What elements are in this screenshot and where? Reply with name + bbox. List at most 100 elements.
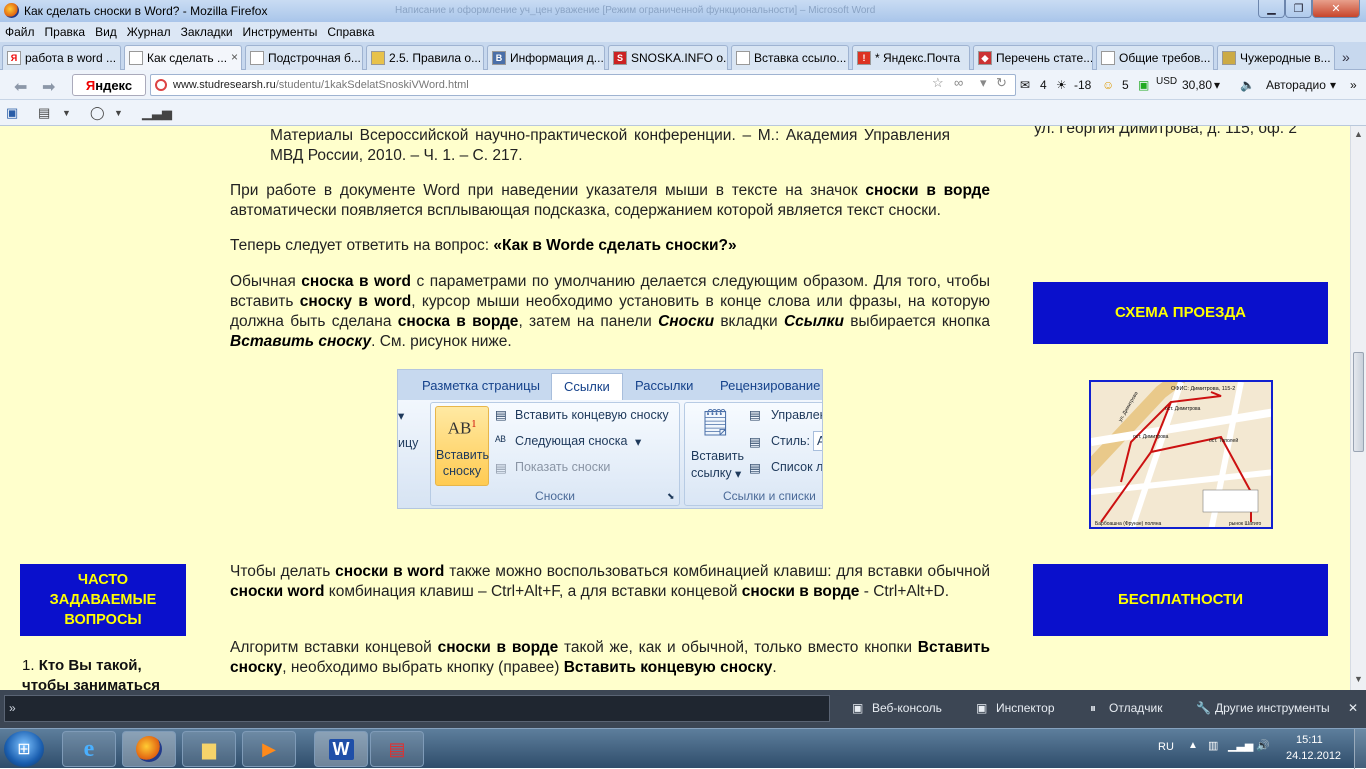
taskbar-ie-button[interactable]: e	[62, 731, 116, 767]
directions-map[interactable]: ОФИС: Димитрова, 115-2 ост. Димитрова ос…	[1089, 380, 1273, 529]
free-services-button[interactable]: БЕСПЛАТНОСТИ	[1033, 564, 1328, 636]
network-icon[interactable]: ▥	[1208, 739, 1218, 752]
taskbar-word-button[interactable]: W	[314, 731, 368, 767]
weather-sun-icon[interactable]: ☀	[1056, 78, 1067, 92]
comment-icon[interactable]: ◯	[90, 105, 105, 121]
maximize-button[interactable]: ❐	[1285, 0, 1312, 18]
addon-icon[interactable]: ▣	[6, 105, 18, 121]
traffic-icon[interactable]: ☺	[1102, 78, 1114, 92]
page-favicon-icon	[1101, 51, 1115, 65]
office-address: ул. Георгия Димитрова, д. 115, оф. 2	[1034, 126, 1297, 137]
tab-0[interactable]: Яработа в word ...	[2, 45, 121, 70]
clock-time[interactable]: 15:11	[1296, 734, 1323, 746]
keyword: сноска в word	[301, 273, 411, 290]
tab-label: Вставка ссыло...	[754, 51, 847, 65]
radio-label[interactable]: Авторадио	[1266, 78, 1326, 92]
tray-expand-icon[interactable]: ▲	[1188, 740, 1198, 751]
directions-button[interactable]: СХЕМА ПРОЕЗДА	[1033, 282, 1328, 344]
toolbar-overflow-icon[interactable]: »	[1350, 78, 1357, 92]
inspector-icon[interactable]: ▣	[976, 701, 987, 715]
reload-icon[interactable]: ↻	[996, 75, 1007, 91]
notes-dropdown-icon[interactable]: ▼	[62, 108, 71, 118]
show-notes-icon: ▤	[495, 461, 507, 475]
close-button[interactable]: ✕	[1312, 0, 1360, 18]
taskbar-explorer-button[interactable]: ▆	[182, 731, 236, 767]
signal-dropdown-icon[interactable]: ▼	[164, 108, 173, 118]
tab-5[interactable]: S SNOSKA.INFO о...	[608, 45, 728, 70]
taskbar-media-button[interactable]: ▶	[242, 731, 296, 767]
debugger-button[interactable]: Отладчик	[1109, 701, 1162, 715]
dev-command-input[interactable]: »	[4, 695, 830, 722]
currency-dropdown-icon[interactable]: ▾	[1214, 78, 1220, 92]
tab-9[interactable]: Общие требов...	[1096, 45, 1214, 70]
radio-dropdown-icon[interactable]: ▾	[1330, 78, 1336, 92]
ribbon-left-dropdown-icon: ▾	[398, 409, 405, 423]
currency-icon[interactable]: ▣	[1138, 78, 1149, 92]
tab-1[interactable]: Как сделать ... ×	[124, 45, 242, 70]
menu-history[interactable]: Журнал	[122, 25, 176, 39]
wrench-icon[interactable]: 🔧	[1196, 701, 1211, 715]
clock-date[interactable]: 24.12.2012	[1286, 750, 1341, 762]
address-bar[interactable]: www.studresearsh.ru/studentu/1kakSdelatS…	[150, 74, 1016, 96]
notes-icon[interactable]: ▤	[38, 105, 50, 121]
menu-bookmarks[interactable]: Закладки	[176, 25, 238, 39]
tab-7[interactable]: ! * Яндекс.Почта	[852, 45, 970, 70]
tab-close-icon[interactable]: ×	[231, 50, 238, 64]
signal-icon[interactable]: ▁▃▅	[1228, 739, 1253, 752]
show-notes-button: Показать сноски	[515, 460, 611, 474]
faq-button[interactable]: ЧАСТО ЗАДАВАЕМЫЕ ВОПРОСЫ	[20, 564, 186, 636]
text: Алгоритм вставки концевой	[230, 639, 438, 656]
scroll-down-icon[interactable]: ▼	[1354, 674, 1363, 684]
inspector-button[interactable]: Инспектор	[996, 701, 1055, 715]
bookmark-star-icon[interactable]: ☆	[932, 75, 944, 91]
map-stop-1: ост. Димитрова	[1165, 406, 1201, 412]
menu-edit[interactable]: Правка	[40, 25, 91, 39]
developer-toolbar: » ▣ Веб-консоль ▣ Инспектор ⏸ Отладчик 🔧…	[0, 690, 1366, 728]
keyword: Вставить концевую сноску	[563, 659, 773, 676]
page-scrollbar[interactable]: ▲ ▼	[1350, 126, 1366, 690]
reader-glasses-icon[interactable]: ∞	[954, 75, 963, 90]
tab-8[interactable]: ◆ Перечень стате...	[973, 45, 1093, 70]
tab-2[interactable]: Подстрочная б...	[245, 45, 363, 70]
history-dropdown-icon[interactable]: ▾	[980, 75, 987, 91]
menu-help[interactable]: Справка	[322, 25, 379, 39]
tab-6[interactable]: Вставка ссыло...	[731, 45, 849, 70]
ribbon-tab-layout: Разметка страницы	[422, 378, 540, 393]
show-desktop-button[interactable]	[1354, 729, 1366, 769]
minimize-button[interactable]: ▁	[1258, 0, 1285, 18]
map-place-2: рынок Шатиго	[1229, 521, 1262, 527]
tab-3[interactable]: 2.5. Правила о...	[366, 45, 484, 70]
language-indicator[interactable]: RU	[1158, 741, 1174, 753]
volume-icon[interactable]: 🔊	[1256, 739, 1270, 752]
keyword: «Как в Worde сделать сноски?»	[493, 237, 737, 254]
scroll-thumb[interactable]	[1353, 352, 1364, 452]
keyword: Сноски	[658, 313, 715, 330]
citations-group-label: Ссылки и списки	[723, 489, 816, 503]
taskbar-firefox-button[interactable]	[122, 731, 176, 767]
mail-favicon-icon: !	[857, 51, 871, 65]
citation-paragraph: Материалы Всероссийской научно-практичес…	[270, 127, 950, 164]
taskbar-pdf-button[interactable]: ▤	[370, 731, 424, 767]
tab-10[interactable]: Чужеродные в...	[1217, 45, 1335, 70]
speaker-icon[interactable]: 🔈	[1240, 78, 1255, 92]
tab-list-chevron-icon[interactable]: »	[1342, 49, 1350, 65]
yandex-search-button[interactable]: Яндекс	[72, 74, 146, 96]
manage-sources-icon: ▤	[749, 408, 761, 422]
menu-view[interactable]: Вид	[90, 25, 122, 39]
tab-4[interactable]: В Информация д...	[487, 45, 605, 70]
mail-icon[interactable]: ✉	[1020, 78, 1030, 92]
back-arrow-icon[interactable]: ⬅	[14, 77, 27, 97]
comment-dropdown-icon[interactable]: ▼	[114, 108, 123, 118]
faq-question-1[interactable]: 1. Кто Вы такой, чтобы заниматься	[22, 656, 182, 690]
menu-file[interactable]: Файл	[0, 25, 40, 39]
web-console-icon[interactable]: ▣	[852, 701, 863, 715]
currency-label: USD	[1156, 76, 1178, 87]
dev-toolbar-close-icon[interactable]: ✕	[1348, 701, 1358, 715]
other-tools-button[interactable]: Другие инструменты	[1215, 701, 1330, 715]
web-console-button[interactable]: Веб-консоль	[872, 701, 942, 715]
scroll-up-icon[interactable]: ▲	[1354, 129, 1363, 139]
menu-tools[interactable]: Инструменты	[238, 25, 323, 39]
start-button[interactable]: ⊞	[4, 731, 44, 767]
forward-arrow-icon[interactable]: ➡	[42, 77, 55, 97]
debugger-icon[interactable]: ⏸	[1090, 701, 1096, 716]
